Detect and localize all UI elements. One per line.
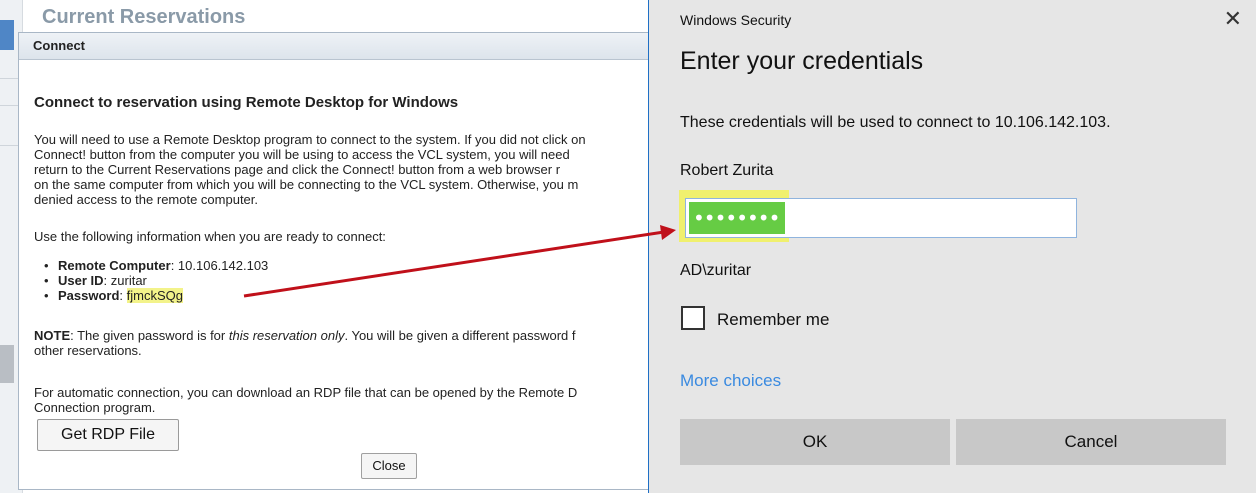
remember-me-label[interactable]: Remember me bbox=[717, 310, 829, 330]
info-remote-computer: • Remote Computer: 10.106.142.103 bbox=[44, 258, 269, 273]
password-note: NOTE: The given password is for this res… bbox=[34, 328, 576, 358]
dialog-app-title: Windows Security bbox=[680, 12, 792, 28]
info-user-id: • User ID: zuritar bbox=[44, 273, 147, 288]
instruction-line: return to the Current Reservations page … bbox=[34, 162, 561, 177]
instruction-line: denied access to the remote computer. bbox=[34, 192, 259, 207]
domain-user-label: AD\zuritar bbox=[680, 262, 752, 279]
instruction-line: You will need to use a Remote Desktop pr… bbox=[34, 132, 586, 147]
bullet: • bbox=[44, 288, 49, 303]
connect-dialog-title[interactable]: Connect bbox=[19, 33, 657, 60]
connect-dialog: Connect Connect to reservation using Rem… bbox=[18, 32, 658, 490]
password-mask: •••••••• bbox=[689, 202, 785, 234]
instruction-line: Connect! button from the computer you wi… bbox=[34, 147, 570, 162]
use-info-text: Use the following information when you a… bbox=[34, 229, 386, 244]
username-label: Robert Zurita bbox=[680, 162, 774, 179]
password-value-highlight: fjmckSQg bbox=[126, 288, 183, 303]
bullet: • bbox=[44, 273, 49, 288]
background-scroll-block bbox=[0, 345, 14, 383]
more-choices-link[interactable]: More choices bbox=[680, 371, 781, 391]
connect-instructions: You will need to use a Remote Desktop pr… bbox=[34, 132, 694, 207]
dialog-heading: Enter your credentials bbox=[680, 47, 924, 75]
get-rdp-file-button[interactable]: Get RDP File bbox=[37, 419, 179, 451]
connection-info-list: • Remote Computer: 10.106.142.103 • User I… bbox=[34, 258, 268, 303]
info-password: • Password: fjmckSQg bbox=[44, 288, 183, 303]
cancel-button[interactable]: Cancel bbox=[956, 419, 1226, 465]
ok-button[interactable]: OK bbox=[680, 419, 950, 465]
instruction-line: on the same computer from which you will… bbox=[34, 177, 579, 192]
page-title: Current Reservations bbox=[42, 6, 246, 28]
background-sidebar-active-tab[interactable] bbox=[0, 20, 14, 50]
connect-heading: Connect to reservation using Remote Desk… bbox=[34, 94, 459, 111]
close-button[interactable]: Close bbox=[361, 453, 417, 479]
close-icon[interactable]: ✕ bbox=[1224, 8, 1242, 30]
dialog-description: These credentials will be used to connec… bbox=[680, 114, 1111, 131]
rdp-instructions: For automatic connection, you can downlo… bbox=[34, 385, 578, 415]
remember-me-checkbox[interactable] bbox=[681, 306, 705, 330]
bullet: • bbox=[44, 258, 49, 273]
windows-security-dialog: Windows Security ✕ Enter your credential… bbox=[648, 0, 1256, 493]
